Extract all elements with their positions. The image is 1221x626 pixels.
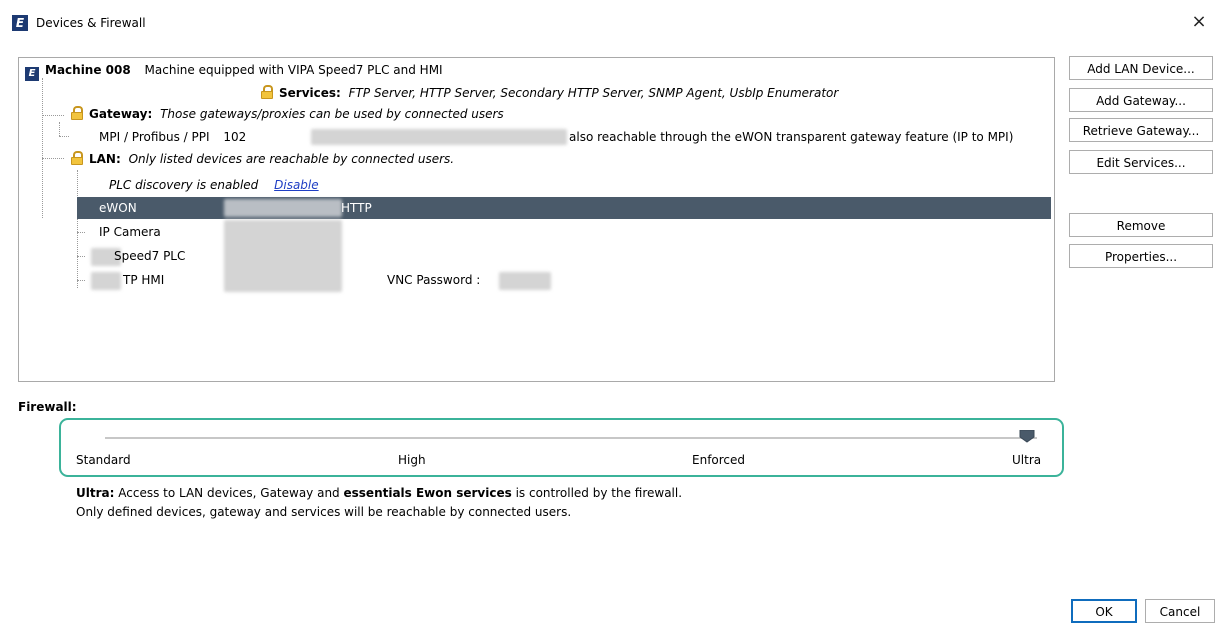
plc-discovery-row: PLC discovery is enabled Disable <box>109 175 319 195</box>
tree-connector <box>42 78 43 218</box>
title-bar: E Devices & Firewall × <box>0 0 1221 44</box>
lan-device-name: Speed7 PLC <box>114 249 186 263</box>
tree-item-machine[interactable]: E Machine 008 Machine equipped with VIPA … <box>25 60 443 81</box>
redacted-field <box>91 272 121 290</box>
lan-device-name: IP Camera <box>99 225 161 239</box>
firewall-slider-track[interactable] <box>105 437 1037 439</box>
tree-connector <box>77 280 85 281</box>
properties-button[interactable]: Properties... <box>1069 244 1213 268</box>
remove-button[interactable]: Remove <box>1069 213 1213 237</box>
services-label: Services: <box>279 86 341 100</box>
redacted-field <box>224 220 342 292</box>
firewall-description-bold: essentials Ewon services <box>343 486 512 500</box>
lan-device-row-speed7-plc[interactable]: Speed7 PLC <box>114 246 185 266</box>
machine-description: Machine equipped with VIPA Speed7 PLC an… <box>144 63 443 77</box>
firewall-description-text: Access to LAN devices, Gateway and <box>118 486 340 500</box>
services-value: FTP Server, HTTP Server, Secondary HTTP … <box>348 86 839 100</box>
tree-item-gateway-mpi[interactable]: MPI / Profibus / PPI 102 <box>99 127 246 147</box>
firewall-slider-highlight <box>59 418 1064 477</box>
firewall-description-line2: Only defined devices, gateway and servic… <box>76 505 572 519</box>
tree-item-gateway[interactable]: Gateway: Those gateways/proxies can be u… <box>71 104 504 124</box>
redacted-field <box>499 272 551 290</box>
lan-device-name: eWON <box>99 201 137 215</box>
edit-services-button[interactable]: Edit Services... <box>1069 150 1213 174</box>
tree-connector <box>77 256 85 257</box>
gateway-note: Those gateways/proxies can be used by co… <box>160 107 504 121</box>
lan-device-row-tp-hmi[interactable]: TP HMI <box>123 270 164 290</box>
lock-icon <box>71 151 83 165</box>
machine-icon: E <box>25 67 39 81</box>
firewall-level-ultra[interactable]: Ultra <box>1012 453 1041 467</box>
retrieve-gateway-button[interactable]: Retrieve Gateway... <box>1069 118 1213 142</box>
cancel-button[interactable]: Cancel <box>1145 599 1215 623</box>
firewall-description-line1: Ultra: Access to LAN devices, Gateway an… <box>76 486 682 500</box>
redacted-field <box>311 129 567 145</box>
lock-icon <box>261 85 273 99</box>
firewall-level-high[interactable]: High <box>398 453 426 467</box>
firewall-slider-thumb[interactable] <box>1019 430 1035 443</box>
tree-connector <box>42 115 64 116</box>
tree-item-services[interactable]: Services: FTP Server, HTTP Server, Secon… <box>261 83 838 103</box>
close-icon[interactable]: × <box>1187 10 1211 34</box>
gateway-item-note: also reachable through the eWON transpar… <box>569 130 1014 144</box>
tree-connector <box>77 170 78 288</box>
ok-button[interactable]: OK <box>1071 599 1137 623</box>
firewall-description-text: is controlled by the firewall. <box>515 486 683 500</box>
window-title: Devices & Firewall <box>36 16 146 30</box>
firewall-level-standard[interactable]: Standard <box>76 453 131 467</box>
tree-connector <box>42 158 64 159</box>
lan-device-extra: HTTP <box>341 201 372 215</box>
firewall-label: Firewall: <box>18 400 77 414</box>
firewall-level-enforced[interactable]: Enforced <box>692 453 745 467</box>
disable-discovery-link[interactable]: Disable <box>274 178 319 192</box>
lock-icon <box>71 106 83 120</box>
add-gateway-button[interactable]: Add Gateway... <box>1069 88 1213 112</box>
lan-note: Only listed devices are reachable by con… <box>128 152 455 166</box>
tree-connector <box>77 232 85 233</box>
plc-discovery-text: PLC discovery is enabled <box>109 178 259 192</box>
lan-label: LAN: <box>89 152 121 166</box>
gateway-item-address: 102 <box>223 130 247 144</box>
app-logo-icon: E <box>12 15 28 31</box>
tree-connector <box>59 122 60 136</box>
gateway-label: Gateway: <box>89 107 153 121</box>
tree-item-lan[interactable]: LAN: Only listed devices are reachable b… <box>71 149 454 169</box>
tree-connector <box>59 136 69 137</box>
machine-name: Machine 008 <box>45 63 131 77</box>
gateway-item-name: MPI / Profibus / PPI <box>99 130 210 144</box>
add-lan-device-button[interactable]: Add LAN Device... <box>1069 56 1213 80</box>
vnc-password-label: VNC Password : <box>387 273 481 287</box>
lan-device-name: TP HMI <box>123 273 165 287</box>
firewall-level-name: Ultra: <box>76 486 115 500</box>
device-tree-panel: E Machine 008 Machine equipped with VIPA … <box>18 57 1055 382</box>
redacted-field <box>224 199 342 217</box>
lan-device-row-ip-camera[interactable]: IP Camera <box>99 222 161 242</box>
